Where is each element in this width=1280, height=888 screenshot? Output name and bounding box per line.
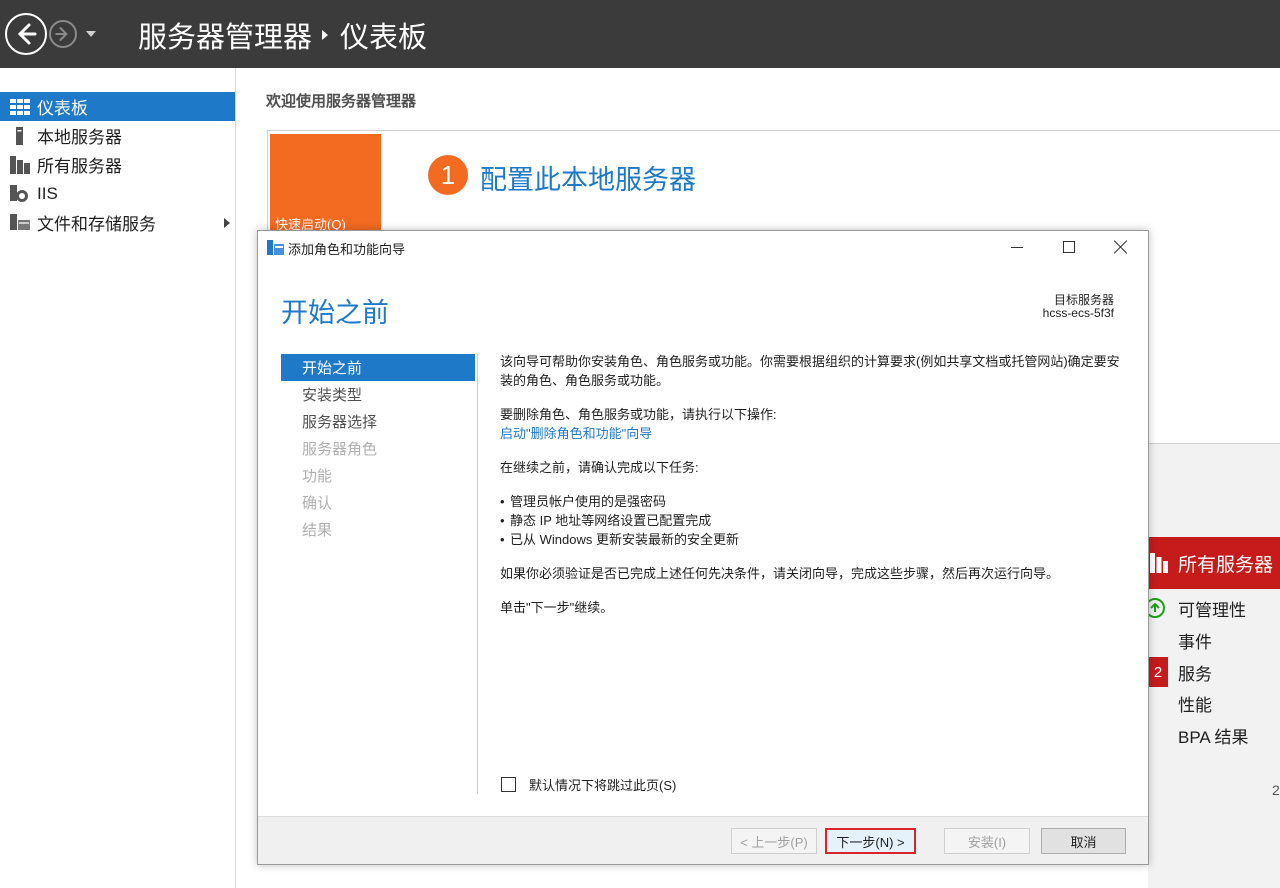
list-item: • 管理员帐户使用的是强密码 <box>500 492 1128 511</box>
task-list: • 管理员帐户使用的是强密码 • 静态 IP 地址等网络设置已配置完成 • 已从 Wi… <box>500 492 1128 549</box>
breadcrumb: 服务器管理器 仪表板 <box>138 14 427 56</box>
breadcrumb-separator-icon <box>322 30 329 40</box>
bullet-icon: • <box>500 513 505 528</box>
wizard-step-server-selection[interactable]: 服务器选择 <box>281 408 475 435</box>
dialog-title-bar[interactable]: 添加角色和功能向导 <box>258 231 1148 263</box>
wizard-step-server-roles: 服务器角色 <box>302 441 378 458</box>
skip-page-checkbox[interactable] <box>501 777 516 792</box>
sidebar-item-label: 所有服务器 <box>37 157 122 176</box>
sidebar-item-all-servers[interactable]: 所有服务器 <box>0 150 235 179</box>
sidebar-item-label: 文件和存储服务 <box>37 215 156 234</box>
all-servers-row-performance[interactable]: 性能 <box>1148 688 1280 718</box>
skip-page-label[interactable]: 默认情况下将跳过此页(S) <box>529 775 676 794</box>
list-item: • 已从 Windows 更新安装最新的安全更新 <box>500 530 1128 549</box>
minimize-button[interactable] <box>991 231 1043 263</box>
all-servers-row-services[interactable]: 2 服务 <box>1148 657 1280 687</box>
nav-divider <box>477 354 478 794</box>
task-text: 静态 IP 地址等网络设置已配置完成 <box>510 513 712 528</box>
title-bar: 服务器管理器 仪表板 <box>0 0 1280 68</box>
all-servers-title: 所有服务器 <box>1178 554 1274 576</box>
bullet-icon: • <box>500 532 505 547</box>
next-button[interactable]: 下一步(N) > <box>825 828 916 854</box>
dialog-footer: < 上一步(P) 下一步(N) > 安装(I) 取消 <box>258 816 1148 864</box>
alert-count-badge: 2 <box>1148 657 1168 687</box>
all-servers-row-events[interactable]: 事件 <box>1148 625 1280 655</box>
wizard-step-installation-type[interactable]: 安装类型 <box>281 381 475 408</box>
server-icon <box>9 126 31 146</box>
row-label: 事件 <box>1178 632 1212 652</box>
iis-icon <box>9 184 31 204</box>
page-title: 仪表板 <box>340 22 428 54</box>
wizard-page-heading: 开始之前 <box>281 298 389 328</box>
next-hint-text: 单击"下一步"继续。 <box>500 600 614 615</box>
previous-button: < 上一步(P) <box>731 828 817 854</box>
add-roles-wizard-dialog: 添加角色和功能向导 开始之前 目标服务器 hcss-ecs-5f3f 开始之前 … <box>257 230 1149 865</box>
wizard-app-icon <box>267 239 284 256</box>
step-number-badge: 1 <box>428 155 468 195</box>
row-label: BPA 结果 <box>1178 727 1249 747</box>
minimize-icon <box>1011 246 1023 248</box>
remove-section: 要删除角色、角色服务或功能，请执行以下操作: 启动"删除角色和功能"向导 <box>500 405 1128 443</box>
close-icon <box>1114 240 1128 254</box>
dashboard-grid-icon <box>9 97 31 117</box>
sidebar-item-label: 本地服务器 <box>37 128 122 147</box>
dialog-title: 添加角色和功能向导 <box>288 242 406 257</box>
all-servers-tile-header[interactable]: 所有服务器 <box>1148 537 1280 589</box>
welcome-heading: 欢迎使用服务器管理器 <box>266 93 417 110</box>
sidebar-item-file-storage[interactable]: 文件和存储服务 <box>0 208 235 237</box>
edge-count-text: 2 <box>1272 782 1280 798</box>
sidebar-item-label: IIS <box>37 183 58 203</box>
app-title[interactable]: 服务器管理器 <box>138 14 312 56</box>
remove-roles-wizard-link[interactable]: 启动"删除角色和功能"向导 <box>500 424 1128 443</box>
sidebar-item-local-server[interactable]: 本地服务器 <box>0 121 235 150</box>
row-label: 性能 <box>1178 695 1212 715</box>
dropdown-caret-icon[interactable] <box>84 27 98 41</box>
sidebar: 仪表板 本地服务器 所有服务器 IIS 文件和存储服务 <box>0 68 236 888</box>
wizard-step-before-you-begin[interactable]: 开始之前 <box>281 354 475 381</box>
wizard-step-features: 功能 <box>302 468 333 485</box>
back-arrow-icon[interactable] <box>5 13 47 55</box>
remove-text: 要删除角色、角色服务或功能，请执行以下操作: <box>500 407 777 422</box>
maximize-button[interactable] <box>1043 231 1095 263</box>
servers-icon <box>9 155 31 175</box>
wizard-step-results: 结果 <box>302 522 333 539</box>
install-button: 安装(I) <box>944 828 1030 854</box>
cancel-button[interactable]: 取消 <box>1041 828 1126 854</box>
sidebar-item-dashboard[interactable]: 仪表板 <box>0 92 235 121</box>
verify-text: 如果你必须验证是否已完成上述任何先决条件，请关闭向导，完成这些步骤，然后再次运行… <box>500 566 1060 581</box>
before-text: 在继续之前，请确认完成以下任务: <box>500 460 699 475</box>
task-text: 管理员帐户使用的是强密码 <box>510 494 667 509</box>
sidebar-item-label: 仪表板 <box>37 99 88 118</box>
list-item: • 静态 IP 地址等网络设置已配置完成 <box>500 511 1128 530</box>
task-text: 已从 Windows 更新安装最新的安全更新 <box>510 532 739 547</box>
target-server-value: hcss-ecs-5f3f <box>1042 306 1114 320</box>
intro-text: 该向导可帮助你安装角色、角色服务或功能。你需要根据组织的计算要求(例如共享文档或… <box>500 354 1120 388</box>
all-servers-row-manageability[interactable]: 可管理性 <box>1145 593 1280 623</box>
wizard-step-confirmation: 确认 <box>302 495 333 512</box>
close-button[interactable] <box>1095 231 1147 263</box>
skip-page-option[interactable]: 默认情况下将跳过此页(S) <box>501 775 676 794</box>
all-servers-row-bpa[interactable]: BPA 结果 <box>1148 720 1280 750</box>
bullet-icon: • <box>500 494 505 509</box>
configure-local-server-link[interactable]: 配置此本地服务器 <box>480 158 696 197</box>
row-label: 服务 <box>1178 664 1212 684</box>
wizard-content: 该向导可帮助你安装角色、角色服务或功能。你需要根据组织的计算要求(例如共享文档或… <box>500 352 1128 632</box>
maximize-icon <box>1063 241 1075 253</box>
wizard-steps-nav: 开始之前 安装类型 服务器选择 服务器角色 功能 确认 结果 <box>281 354 475 543</box>
servers-icon <box>1150 553 1168 573</box>
row-label: 可管理性 <box>1178 600 1246 620</box>
chevron-right-icon[interactable] <box>224 218 230 228</box>
sidebar-item-iis[interactable]: IIS <box>0 179 235 208</box>
forward-arrow-icon[interactable] <box>49 20 77 48</box>
storage-icon <box>9 213 31 233</box>
